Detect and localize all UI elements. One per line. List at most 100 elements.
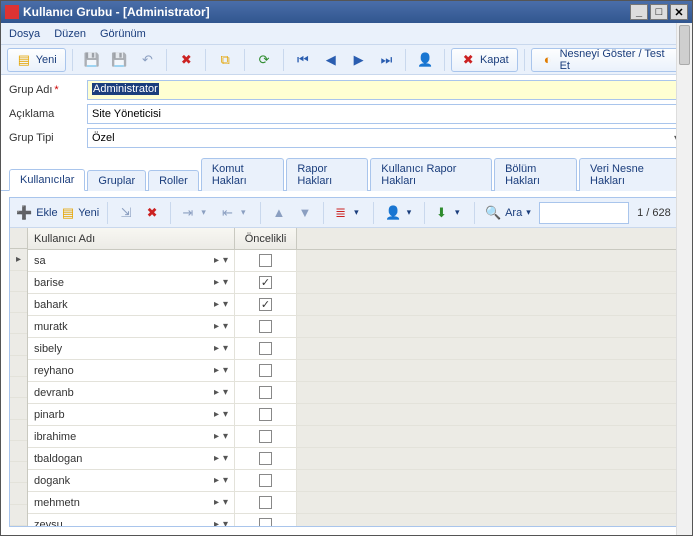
chevron-down-icon[interactable]: ▾ [223, 255, 228, 266]
desc-input[interactable] [87, 104, 684, 124]
inner-export-button[interactable]: ⬇▾ [431, 201, 469, 225]
nav-last-button[interactable]: ⏭ [374, 48, 400, 72]
inner-list-button[interactable]: ≣▾ [330, 201, 368, 225]
row-actions[interactable]: ▸▾ [214, 343, 228, 354]
tab-veri-nesne-hakları[interactable]: Veri Nesne Hakları [579, 158, 682, 191]
priority-checkbox[interactable] [259, 386, 272, 399]
cell-user[interactable]: ibrahime▸▾ [28, 426, 235, 447]
inner-moveup-button[interactable]: ▲ [267, 201, 291, 225]
chevron-right-icon[interactable]: ▸ [214, 409, 219, 420]
chevron-right-icon[interactable]: ▸ [214, 387, 219, 398]
row-actions[interactable]: ▸▾ [214, 387, 228, 398]
priority-checkbox[interactable] [259, 452, 272, 465]
cell-priority[interactable] [235, 404, 297, 425]
inner-new-button[interactable]: ▤ Yeni [60, 201, 102, 225]
chevron-down-icon[interactable]: ▾ [223, 519, 228, 526]
cell-user[interactable]: bahark▸▾ [28, 294, 235, 315]
delete-button[interactable]: ✖ [173, 48, 199, 72]
show-object-button[interactable]: ◐ Nesneyi Göster / Test Et [531, 48, 686, 72]
maximize-button[interactable]: □ [650, 4, 668, 20]
type-select[interactable]: Özel ▾ [87, 128, 684, 148]
inner-indent-button[interactable]: ⇥▾ [177, 201, 215, 225]
save-all-button[interactable]: 💾 [107, 48, 133, 72]
chevron-down-icon[interactable]: ▾ [223, 321, 228, 332]
menu-view[interactable]: Görünüm [100, 28, 146, 40]
cell-user[interactable]: reyhano▸▾ [28, 360, 235, 381]
chevron-down-icon[interactable]: ▾ [223, 299, 228, 310]
tab-komut-hakları[interactable]: Komut Hakları [201, 158, 285, 191]
cell-priority[interactable] [235, 426, 297, 447]
tab-rapor-hakları[interactable]: Rapor Hakları [286, 158, 368, 191]
priority-checkbox[interactable] [259, 474, 272, 487]
nav-first-button[interactable]: ⏮ [290, 48, 316, 72]
priority-checkbox[interactable] [259, 320, 272, 333]
tab-gruplar[interactable]: Gruplar [87, 170, 146, 191]
cell-priority[interactable] [235, 470, 297, 491]
cell-priority[interactable]: ✓ [235, 272, 297, 293]
cell-user[interactable]: sa▸▾ [28, 250, 235, 271]
priority-checkbox[interactable]: ✓ [259, 298, 272, 311]
row-actions[interactable]: ▸▾ [214, 497, 228, 508]
cell-user[interactable]: sibely▸▾ [28, 338, 235, 359]
copy-button[interactable]: ⧉ [212, 48, 238, 72]
priority-checkbox[interactable]: ✓ [259, 276, 272, 289]
row-actions[interactable]: ▸▾ [214, 299, 228, 310]
undo-button[interactable]: ↶ [134, 48, 160, 72]
inner-outdent-button[interactable]: ⇤▾ [217, 201, 255, 225]
cell-priority[interactable] [235, 448, 297, 469]
close-window-button[interactable]: ✕ [670, 4, 688, 20]
chevron-down-icon[interactable]: ▾ [223, 365, 228, 376]
cell-priority[interactable] [235, 382, 297, 403]
save-button[interactable]: 💾 [79, 48, 105, 72]
row-actions[interactable]: ▸▾ [214, 365, 228, 376]
chevron-right-icon[interactable]: ▸ [214, 431, 219, 442]
cell-priority[interactable] [235, 492, 297, 513]
cell-priority[interactable] [235, 250, 297, 271]
chevron-down-icon[interactable]: ▾ [223, 343, 228, 354]
table-row[interactable]: dogank▸▾ [28, 470, 683, 492]
search-input[interactable] [539, 202, 629, 224]
table-row[interactable]: muratk▸▾ [28, 316, 683, 338]
cell-user[interactable]: muratk▸▾ [28, 316, 235, 337]
nav-prev-button[interactable]: ◀ [318, 48, 344, 72]
nav-next-button[interactable]: ▶ [346, 48, 372, 72]
table-row[interactable]: devranb▸▾ [28, 382, 683, 404]
priority-checkbox[interactable] [259, 496, 272, 509]
inner-movedown-button[interactable]: ▼ [293, 201, 317, 225]
cell-user[interactable]: pinarb▸▾ [28, 404, 235, 425]
chevron-right-icon[interactable]: ▸ [214, 365, 219, 376]
chevron-right-icon[interactable]: ▸ [214, 255, 219, 266]
chevron-down-icon[interactable]: ▾ [223, 497, 228, 508]
cell-user[interactable]: barise▸▾ [28, 272, 235, 293]
cell-user[interactable]: devranb▸▾ [28, 382, 235, 403]
chevron-down-icon[interactable]: ▾ [223, 475, 228, 486]
refresh-button[interactable]: ⟳ [251, 48, 277, 72]
cell-user[interactable]: tbaldogan▸▾ [28, 448, 235, 469]
chevron-down-icon[interactable]: ▾ [223, 387, 228, 398]
table-row[interactable]: bahark▸▾ ✓ [28, 294, 683, 316]
group-name-input[interactable]: Administrator [87, 80, 684, 100]
cell-priority[interactable] [235, 316, 297, 337]
chevron-right-icon[interactable]: ▸ [214, 343, 219, 354]
tab-roller[interactable]: Roller [148, 170, 199, 191]
inner-user-button[interactable]: 👤▾ [380, 201, 418, 225]
user-button[interactable]: 👤 [412, 48, 438, 72]
row-actions[interactable]: ▸▾ [214, 519, 228, 526]
menu-edit[interactable]: Düzen [54, 28, 86, 40]
cell-user[interactable]: zeysu▸▾ [28, 514, 235, 526]
tab-kullanıcılar[interactable]: Kullanıcılar [9, 169, 85, 191]
chevron-right-icon[interactable]: ▸ [214, 277, 219, 288]
priority-checkbox[interactable] [259, 254, 272, 267]
cell-priority[interactable] [235, 514, 297, 526]
chevron-right-icon[interactable]: ▸ [214, 475, 219, 486]
inner-add-button[interactable]: ➕ Ekle [16, 201, 58, 225]
table-row[interactable]: mehmetn▸▾ [28, 492, 683, 514]
cell-priority[interactable]: ✓ [235, 294, 297, 315]
minimize-button[interactable]: _ [630, 4, 648, 20]
chevron-right-icon[interactable]: ▸ [214, 497, 219, 508]
table-row[interactable]: ibrahime▸▾ [28, 426, 683, 448]
new-button[interactable]: ▤ Yeni [7, 48, 66, 72]
inner-delete-button[interactable]: ✖ [140, 201, 164, 225]
chevron-down-icon[interactable]: ▾ [223, 277, 228, 288]
priority-checkbox[interactable] [259, 408, 272, 421]
